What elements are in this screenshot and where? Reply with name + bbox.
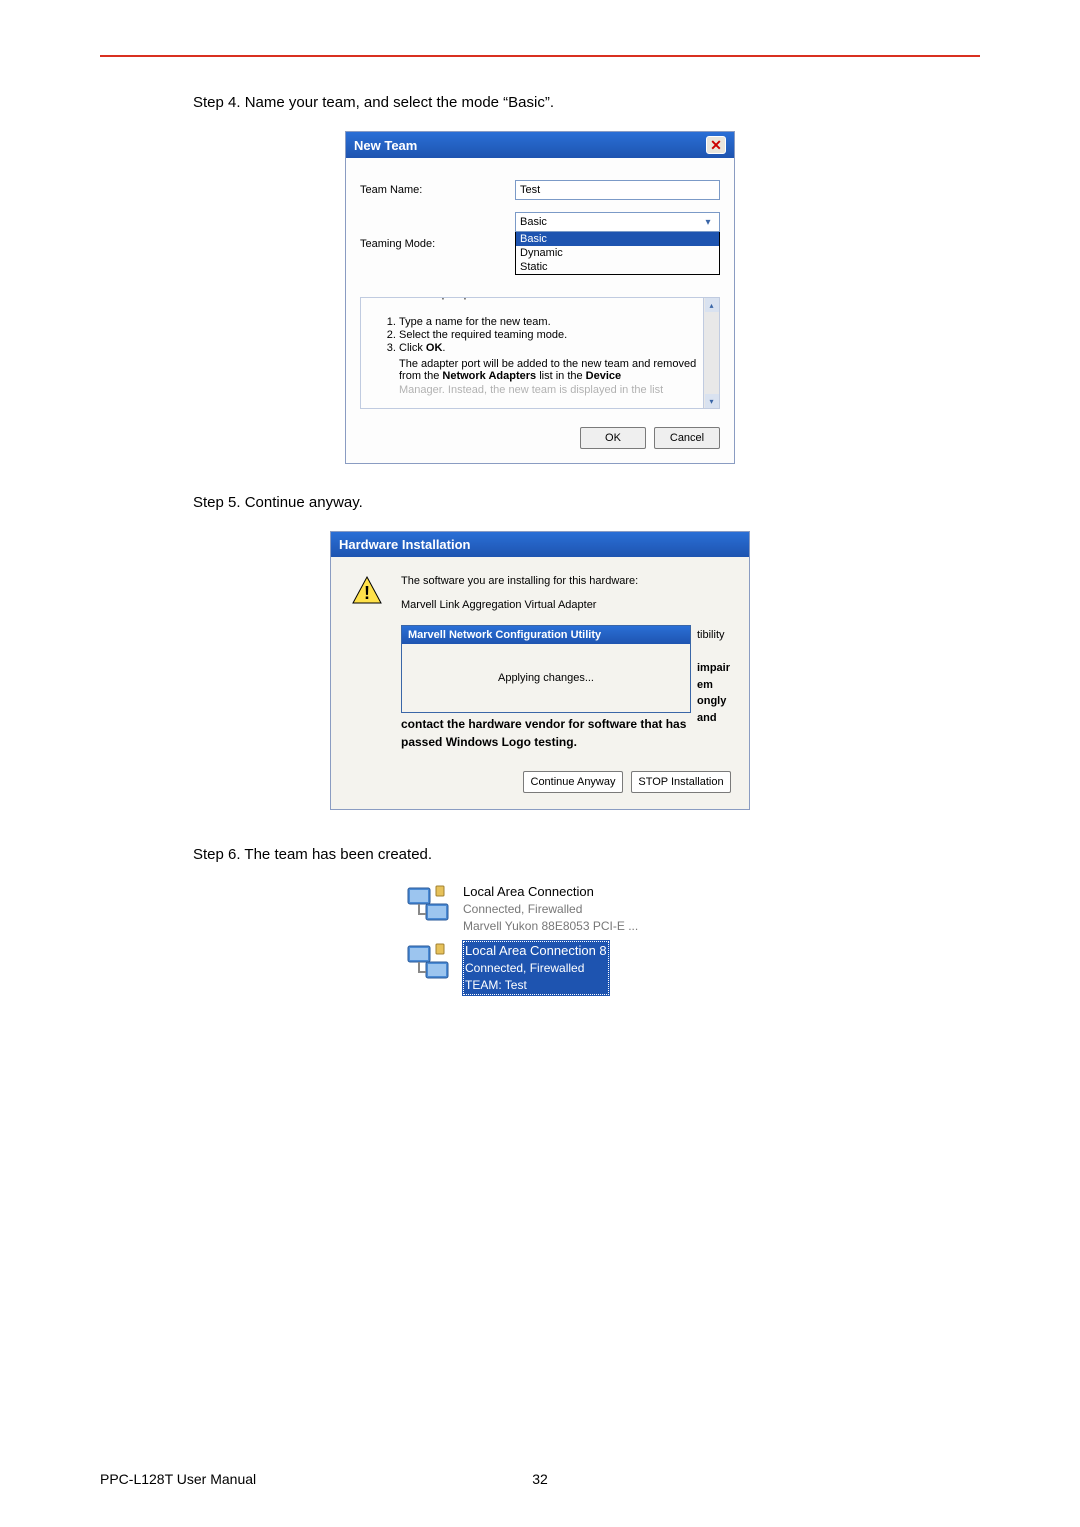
page-number: 32: [525, 1471, 555, 1487]
step-5-text: Step 5. Continue anyway.: [193, 494, 887, 511]
warning-icon: !: [351, 575, 383, 605]
close-icon: ✕: [710, 137, 722, 154]
step-4-text: Step 4. Name your team, and select the m…: [193, 94, 887, 111]
dialog-titlebar: New Team ✕: [346, 132, 734, 158]
instructions-list: Type a name for the new team. Select the…: [399, 316, 713, 354]
page-footer: PPC-L128T User Manual 32: [100, 1471, 980, 1487]
continue-anyway-button[interactable]: Continue Anyway: [523, 771, 623, 793]
dialog2-title: Hardware Installation: [331, 532, 749, 557]
network-item[interactable]: Local Area Connection Connected, Firewal…: [405, 883, 675, 935]
inner-dialog-title: Marvell Network Configuration Utility: [402, 626, 690, 644]
obscured-text: tibility impair em ongly and: [697, 627, 707, 726]
warning-text: The software you are installing for this…: [401, 575, 638, 623]
network-item-selected[interactable]: Local Area Connection 8 Connected, Firew…: [405, 941, 675, 995]
option-dynamic[interactable]: Dynamic: [516, 246, 719, 260]
scroll-down-icon: ▾: [705, 394, 719, 408]
ok-button[interactable]: OK: [580, 427, 646, 449]
close-button[interactable]: ✕: [706, 136, 726, 154]
chevron-down-icon: ▾: [701, 215, 715, 229]
teaming-mode-label: Teaming Mode:: [360, 238, 515, 250]
instructions-box: To add the adapter port to a new team: T…: [360, 297, 720, 409]
instruction-item: Select the required teaming mode.: [399, 329, 713, 341]
instruction-detail: The adapter port will be added to the ne…: [399, 358, 713, 382]
network-connections-panel: Local Area Connection Connected, Firewal…: [405, 883, 675, 995]
instructions-heading: To add the adapter port to a new team:: [367, 297, 560, 300]
team-name-label: Team Name:: [360, 184, 515, 196]
top-divider: [100, 55, 980, 57]
connection-status: Connected, Firewalled: [465, 960, 607, 977]
logo-testing-text-2: passed Windows Logo testing.: [401, 735, 729, 749]
logo-testing-text-1: contact the hardware vendor for software…: [401, 717, 729, 731]
teaming-mode-dropdown: Basic Dynamic Static: [515, 232, 720, 275]
inner-dialog-message: Applying changes...: [402, 644, 690, 712]
inner-progress-dialog: Marvell Network Configuration Utility Ap…: [401, 625, 691, 713]
option-static[interactable]: Static: [516, 260, 719, 274]
scroll-up-icon: ▴: [705, 298, 719, 312]
manual-name: PPC-L128T User Manual: [100, 1471, 525, 1487]
connection-title: Local Area Connection 8: [465, 942, 607, 960]
option-basic[interactable]: Basic: [516, 232, 719, 246]
team-name-input[interactable]: Test: [515, 180, 720, 200]
page-content: Step 4. Name your team, and select the m…: [193, 80, 887, 1001]
instruction-item: Click OK.: [399, 342, 713, 354]
dialog-body: Team Name: Test Teaming Mode: Basic ▾ Ba…: [346, 158, 734, 415]
teaming-mode-select[interactable]: Basic ▾: [515, 212, 720, 232]
instruction-truncated: Manager. Instead, the new team is displa…: [399, 384, 713, 396]
hardware-installation-dialog: Hardware Installation ! The software you…: [330, 531, 750, 810]
dialog-title: New Team: [354, 138, 417, 153]
scrollbar[interactable]: ▴ ▾: [703, 298, 719, 408]
connection-device: TEAM: Test: [465, 977, 607, 994]
connection-status: Connected, Firewalled: [463, 901, 638, 918]
cancel-button[interactable]: Cancel: [654, 427, 720, 449]
step-6-text: Step 6. The team has been created.: [193, 846, 887, 863]
connection-device: Marvell Yukon 88E8053 PCI-E ...: [463, 918, 638, 935]
new-team-dialog: New Team ✕ Team Name: Test Teaming Mode:…: [345, 131, 735, 464]
network-icon: [405, 941, 455, 985]
instruction-item: Type a name for the new team.: [399, 316, 713, 328]
connection-title: Local Area Connection: [463, 883, 638, 901]
network-icon: [405, 883, 455, 927]
stop-installation-button[interactable]: STOP Installation: [631, 771, 731, 793]
svg-text:!: !: [364, 583, 370, 603]
